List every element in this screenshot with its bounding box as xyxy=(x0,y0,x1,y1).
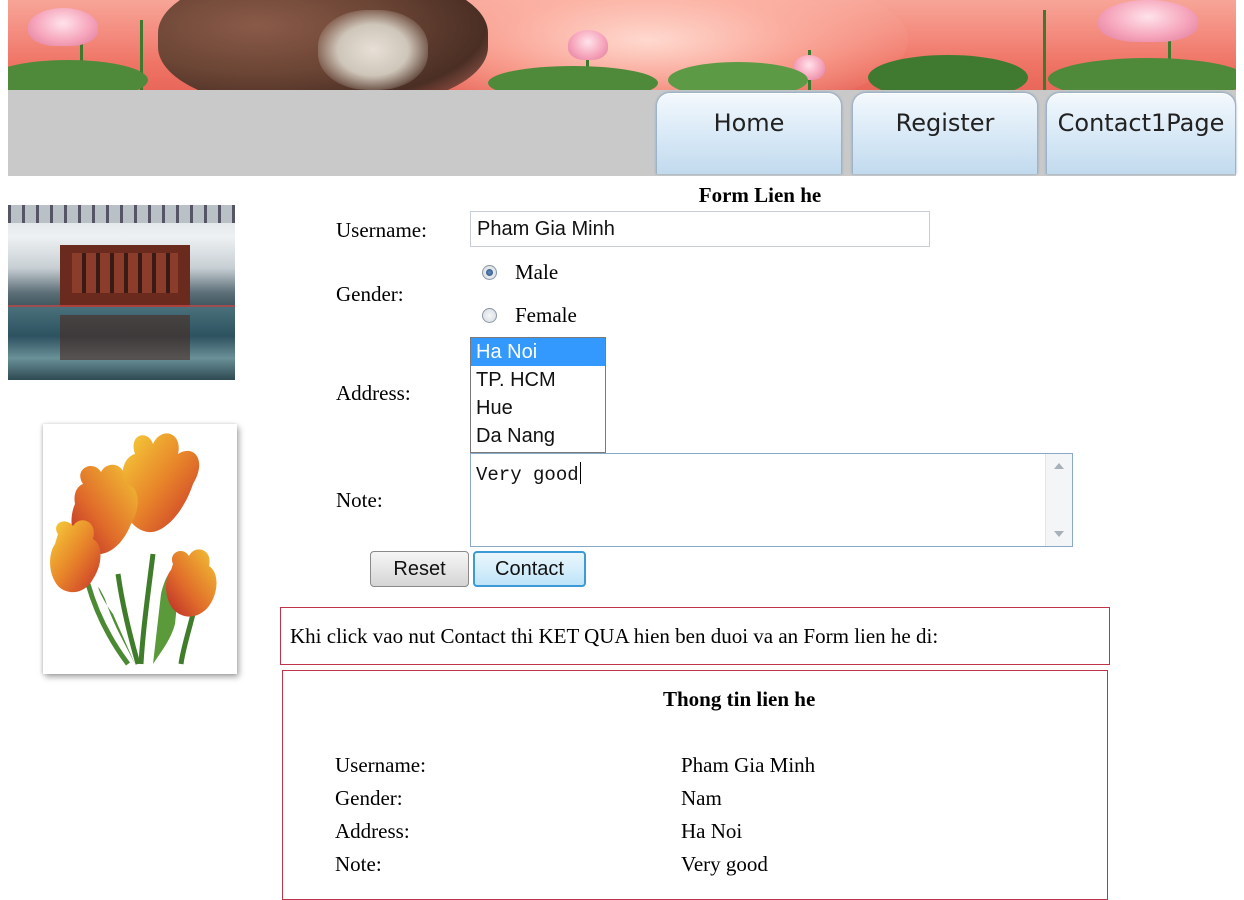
scroll-up-arrow-icon[interactable] xyxy=(1054,463,1064,469)
pool-roof xyxy=(8,205,235,223)
result-label-address: Address: xyxy=(335,819,410,843)
note-value: Very good xyxy=(476,464,579,486)
gender-female-label: Female xyxy=(515,303,577,327)
pool-building xyxy=(60,245,190,307)
instruction-box: Khi click vao nut Contact thi KET QUA hi… xyxy=(280,607,1110,665)
tulips-illustration xyxy=(50,433,217,666)
address-option[interactable]: Hue xyxy=(471,394,605,422)
swimming-pool-image xyxy=(8,205,235,380)
lotus-leaf xyxy=(8,60,148,90)
lotus-leaf xyxy=(868,55,1028,90)
tulips-image xyxy=(43,424,237,674)
gender-female-option[interactable]: Female xyxy=(482,303,577,328)
address-option[interactable]: Ha Noi xyxy=(471,338,605,366)
tab-register[interactable]: Register xyxy=(852,92,1038,174)
address-listbox[interactable]: Ha Noi TP. HCM Hue Da Nang xyxy=(470,337,606,453)
form-title: Form Lien he xyxy=(698,183,822,207)
gender-male-label: Male xyxy=(515,260,559,284)
result-panel: Thong tin lien he Username: Pham Gia Min… xyxy=(282,670,1108,900)
address-option[interactable]: TP. HCM xyxy=(471,366,605,394)
result-label-username: Username: xyxy=(335,753,426,777)
header-banner xyxy=(8,0,1236,90)
result-value-username: Pham Gia Minh xyxy=(681,753,816,777)
result-value-address: Ha Noi xyxy=(681,819,743,843)
result-value-note: Very good xyxy=(681,852,768,876)
pool-reflection xyxy=(60,315,190,360)
address-label: Address: xyxy=(336,381,411,405)
tab-contact1page[interactable]: Contact1Page xyxy=(1046,92,1236,174)
lotus-leaf xyxy=(1048,58,1236,90)
lotus-stem xyxy=(1043,10,1046,90)
note-label: Note: xyxy=(336,488,383,512)
reset-button[interactable]: Reset xyxy=(370,551,469,587)
radio-selected-icon[interactable] xyxy=(482,265,497,280)
gender-male-option[interactable]: Male xyxy=(482,260,558,285)
result-value-gender: Nam xyxy=(681,786,722,810)
note-text[interactable]: Very good xyxy=(476,462,581,486)
result-label-note: Note: xyxy=(335,852,382,876)
username-input[interactable] xyxy=(470,211,930,247)
address-option[interactable]: Da Nang xyxy=(471,422,605,450)
gender-label: Gender: xyxy=(336,282,404,306)
instruction-text: Khi click vao nut Contact thi KET QUA hi… xyxy=(290,623,939,648)
note-textarea[interactable]: Very good xyxy=(470,453,1073,547)
lotus-flower-icon xyxy=(568,30,608,60)
lotus-leaf xyxy=(668,62,808,90)
banner-portrait-beard xyxy=(318,10,428,90)
textarea-scrollbar[interactable] xyxy=(1045,454,1072,546)
text-caret xyxy=(579,462,581,484)
radio-unselected-icon[interactable] xyxy=(482,308,497,323)
result-label-gender: Gender: xyxy=(335,786,403,810)
result-title: Thong tin lien he xyxy=(663,687,816,711)
contact-button[interactable]: Contact xyxy=(473,551,586,587)
username-label: Username: xyxy=(336,218,427,242)
tab-home[interactable]: Home xyxy=(656,92,842,174)
lotus-flower-icon xyxy=(28,8,98,46)
lotus-flower-icon xyxy=(1098,0,1198,42)
scroll-down-arrow-icon[interactable] xyxy=(1054,531,1064,537)
